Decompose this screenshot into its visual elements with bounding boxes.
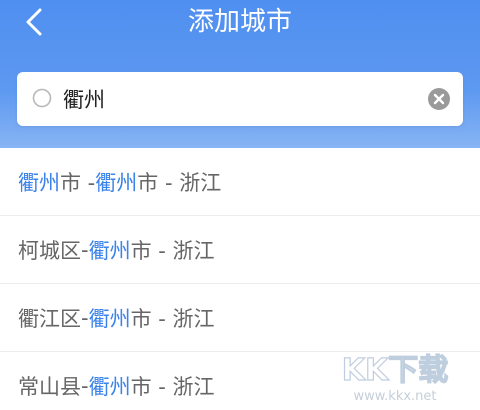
result-city-match: 衢州 — [88, 374, 131, 399]
watermark-url: www.kkx.net — [353, 389, 436, 404]
result-province: 市 - 浙江 — [137, 170, 222, 195]
search-icon — [32, 88, 52, 108]
result-item[interactable]: 柯城区 - 衢州市 - 浙江 — [0, 216, 480, 284]
search-box[interactable] — [17, 72, 463, 126]
result-district: 柯城区 — [18, 238, 81, 263]
result-province: 市 - 浙江 — [130, 374, 215, 399]
result-province: 市 - 浙江 — [130, 306, 215, 331]
result-separator: - — [81, 305, 89, 330]
result-city-match: 衢州 — [88, 238, 131, 263]
watermark-logo-text: KK下载 — [342, 353, 449, 388]
result-district: 衢江区 — [18, 306, 81, 331]
result-separator: - — [81, 237, 89, 262]
result-province: 市 - 浙江 — [130, 238, 215, 263]
result-district: 衢州 — [18, 170, 60, 195]
result-separator: - — [81, 373, 89, 398]
clear-icon[interactable] — [427, 87, 451, 111]
watermark-logo: KK下载 www.kkx.net — [341, 352, 449, 404]
result-district: 常山县 — [18, 374, 81, 399]
add-city-page: 添加城市 衢州市 - 衢州市 - 浙江 柯城区 - 衢州市 - 浙江 衢江区 -… — [0, 0, 480, 410]
header: 添加城市 — [0, 0, 480, 152]
result-separator: 市 - — [60, 170, 96, 195]
search-input[interactable] — [63, 82, 423, 116]
result-city-match: 衢州 — [95, 170, 138, 195]
result-city-match: 衢州 — [88, 306, 131, 331]
page-title: 添加城市 — [187, 7, 292, 37]
result-item[interactable]: 衢州市 - 衢州市 - 浙江 — [0, 148, 480, 216]
